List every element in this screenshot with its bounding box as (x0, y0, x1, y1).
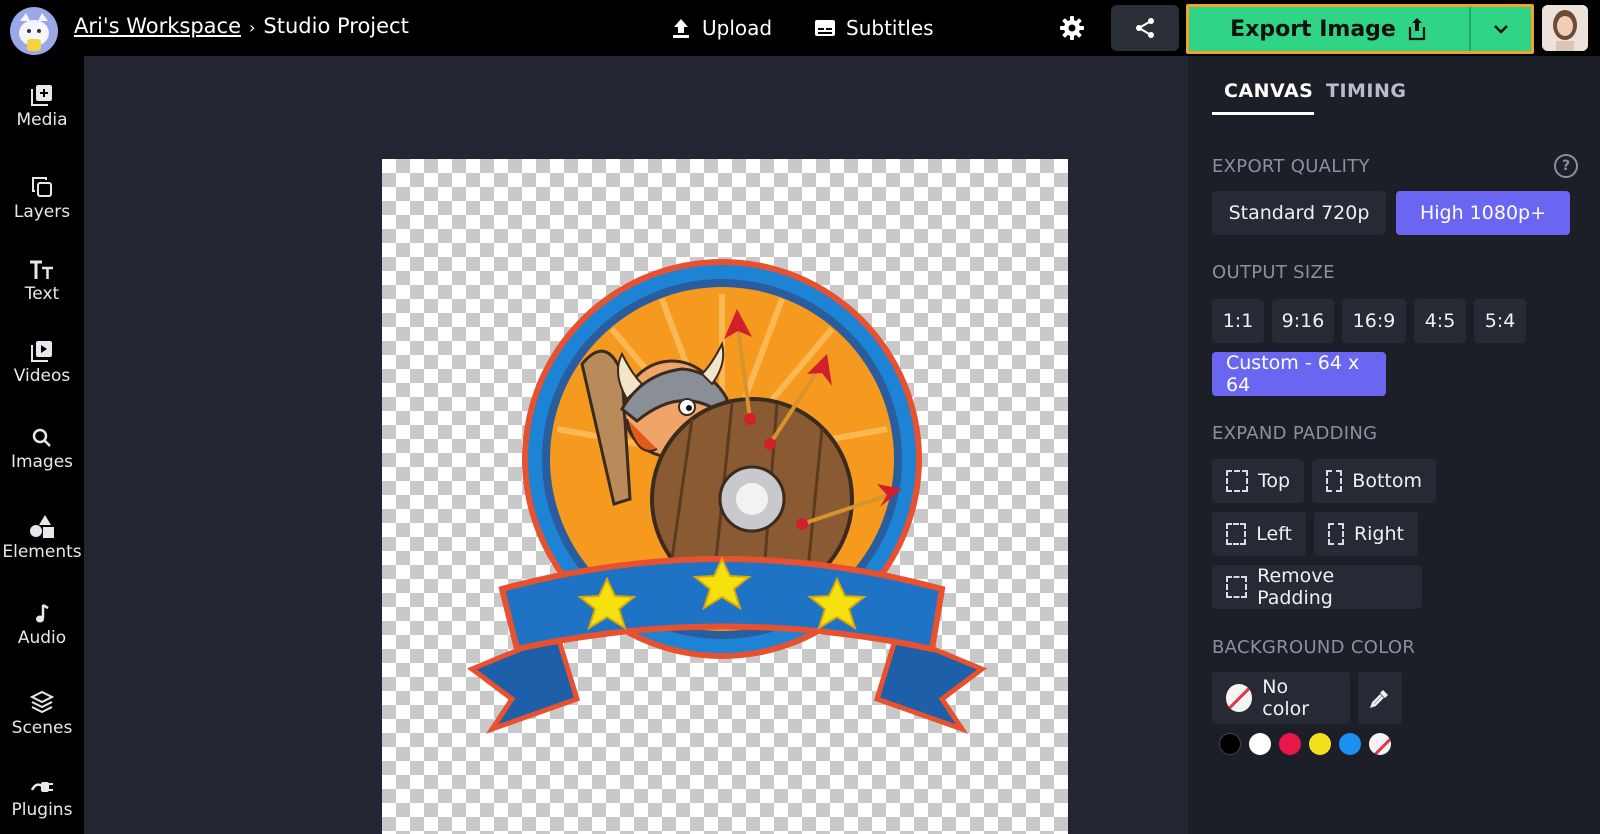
padding-icon (1328, 523, 1344, 545)
padding-top-label: Top (1257, 470, 1290, 492)
editor-workspace (84, 56, 1188, 834)
eyedropper-button[interactable] (1358, 672, 1402, 724)
stack-icon (30, 690, 54, 714)
text-icon (30, 260, 53, 279)
quality-high-button[interactable]: High 1080p+ (1396, 191, 1570, 235)
no-color-icon (1226, 684, 1253, 712)
gear-icon (1060, 16, 1084, 40)
top-bar: Ari's Workspace › Studio Project Upload Su… (0, 0, 1600, 56)
padding-left-label: Left (1256, 523, 1292, 545)
no-color-label: No color (1262, 676, 1310, 720)
swatch-white[interactable] (1249, 733, 1271, 755)
video-icon (31, 341, 52, 362)
padding-bottom-button[interactable]: Bottom (1312, 459, 1436, 503)
export-label: Export Image (1230, 16, 1396, 42)
sidebar-item-layers[interactable]: Layers (0, 176, 84, 222)
export-button-group: Export Image (1186, 4, 1534, 54)
sidebar-item-media[interactable]: Media (0, 84, 84, 130)
canvas[interactable] (382, 159, 1068, 834)
size-1-1-button[interactable]: 1:1 (1212, 299, 1264, 343)
export-share-icon (1408, 18, 1425, 41)
remove-padding-label: Remove Padding (1257, 565, 1335, 609)
project-title[interactable]: Studio Project (263, 14, 408, 38)
active-tab-indicator (1212, 112, 1314, 115)
upload-label: Upload (702, 16, 773, 40)
sidebar-label: Videos (13, 366, 71, 386)
no-color-button[interactable]: No color (1212, 672, 1350, 724)
sidebar-label: Audio (17, 628, 67, 648)
tab-timing[interactable]: TIMING (1326, 80, 1407, 102)
size-16-9-button[interactable]: 16:9 (1342, 299, 1406, 343)
padding-icon (1226, 576, 1248, 598)
padding-bottom-label: Bottom (1352, 470, 1422, 492)
sidebar-item-images[interactable]: Images (0, 428, 84, 472)
background-color-heading: BACKGROUND COLOR (1212, 637, 1416, 658)
size-4-5-button[interactable]: 4:5 (1414, 299, 1466, 343)
search-icon (32, 428, 51, 447)
remove-padding-button[interactable]: Remove Padding (1212, 565, 1422, 609)
sidebar-label: Layers (13, 202, 71, 222)
help-icon[interactable]: ? (1554, 154, 1578, 178)
expand-padding-heading: EXPAND PADDING (1212, 423, 1378, 444)
sidebar-item-scenes[interactable]: Scenes (0, 690, 84, 738)
subtitles-icon (815, 20, 835, 36)
padding-right-label: Right (1353, 523, 1404, 545)
swatch-black[interactable] (1219, 733, 1241, 755)
swatch-red[interactable] (1279, 733, 1301, 755)
app-logo[interactable] (10, 7, 58, 55)
size-9-16-button[interactable]: 9:16 (1272, 299, 1334, 343)
music-note-icon (36, 604, 49, 623)
sidebar-label: Scenes (11, 718, 73, 738)
settings-button[interactable] (1052, 8, 1092, 48)
sidebar-label: Elements (2, 542, 82, 562)
sidebar-item-videos[interactable]: Videos (0, 340, 84, 386)
sidebar-label: Text (24, 284, 60, 304)
sidebar-label: Media (16, 110, 68, 130)
padding-icon (1226, 470, 1248, 492)
padding-icon (1226, 523, 1247, 545)
sidebar-item-elements[interactable]: Elements (0, 514, 84, 562)
size-custom-button[interactable]: Custom - 64 x 64 (1212, 352, 1386, 396)
shapes-icon (30, 515, 54, 538)
sidebar-item-audio[interactable]: Audio (0, 604, 84, 648)
viking-badge-image[interactable] (382, 159, 1068, 834)
breadcrumb: Ari's Workspace › Studio Project (74, 14, 409, 38)
size-5-4-button[interactable]: 5:4 (1474, 299, 1526, 343)
padding-right-button[interactable]: Right (1314, 512, 1418, 556)
swatch-none[interactable] (1369, 733, 1391, 755)
quality-standard-button[interactable]: Standard 720p (1212, 191, 1386, 235)
eyedropper-icon (1370, 690, 1388, 708)
swatch-yellow[interactable] (1309, 733, 1331, 755)
padding-icon (1326, 470, 1343, 492)
media-add-icon (31, 85, 52, 106)
breadcrumb-separator: › (249, 18, 256, 37)
tab-canvas[interactable]: CANVAS (1224, 80, 1313, 102)
upload-icon (673, 19, 689, 38)
share-icon (1136, 18, 1154, 38)
swatch-blue[interactable] (1339, 733, 1361, 755)
sidebar-label: Images (10, 452, 74, 472)
padding-left-button[interactable]: Left (1212, 512, 1306, 556)
layers-icon (32, 177, 52, 197)
export-options-dropdown[interactable] (1469, 7, 1531, 51)
workspace-link[interactable]: Ari's Workspace (74, 14, 241, 38)
sidebar-item-plugins[interactable]: Plugins (0, 778, 84, 820)
upload-button[interactable]: Upload (670, 10, 772, 46)
padding-top-button[interactable]: Top (1212, 459, 1304, 503)
user-avatar[interactable] (1542, 5, 1588, 51)
share-button[interactable] (1111, 5, 1179, 51)
properties-panel: CANVAS TIMING EXPORT QUALITY ? Standard … (1188, 56, 1600, 834)
output-size-heading: OUTPUT SIZE (1212, 262, 1335, 283)
export-quality-heading: EXPORT QUALITY (1212, 156, 1370, 177)
left-sidebar: Media Layers Text Videos Images Elements… (0, 56, 84, 834)
subtitles-label: Subtitles (846, 16, 934, 40)
export-image-button[interactable]: Export Image (1189, 7, 1469, 51)
sidebar-label: Plugins (11, 800, 73, 820)
subtitles-button[interactable]: Subtitles (814, 10, 934, 46)
chevron-down-icon (1494, 25, 1508, 34)
sidebar-item-text[interactable]: Text (0, 260, 84, 304)
plug-icon (30, 782, 53, 792)
